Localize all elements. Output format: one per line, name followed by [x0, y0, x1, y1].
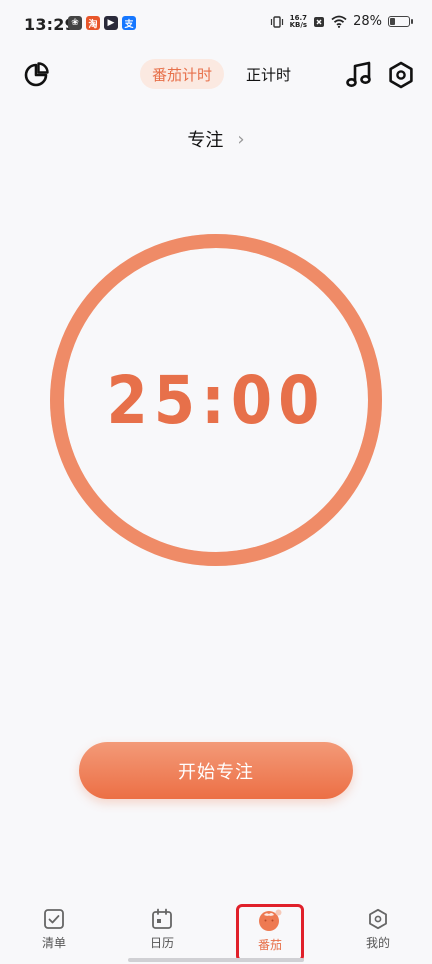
vibrate-icon [270, 15, 283, 28]
battery-fill [390, 18, 395, 25]
network-speed: 16.7 KB/s [289, 14, 308, 29]
nav-label-pomodoro: 番茄 [257, 938, 282, 952]
battery-percent: 28% [353, 14, 382, 29]
status-right: 16.7 KB/s 28% [270, 14, 413, 29]
leaf-app-icon: ❀ [68, 16, 82, 30]
focus-label: 专注 [187, 130, 224, 151]
status-bar: 13:29 ❀ 淘 ▶ 支 16.7 KB/s 28% [0, 0, 432, 50]
settings-button[interactable] [384, 59, 418, 91]
tab-stopwatch[interactable]: 正计时 [234, 59, 303, 89]
home-indicator [128, 958, 304, 962]
network-speed-unit: KB/s [289, 20, 308, 29]
hexagon-settings-icon [389, 61, 413, 89]
statistics-button[interactable] [20, 59, 52, 91]
status-app-icons: ❀ 淘 ▶ 支 [68, 16, 136, 30]
chevron-right-icon: › [237, 128, 245, 150]
nav-label-profile: 我的 [365, 936, 390, 950]
wifi-icon [331, 15, 347, 28]
music-note-icon [346, 61, 371, 87]
calendar-icon [152, 908, 172, 929]
nav-item-profile[interactable]: 我的 [324, 900, 432, 964]
battery-icon [388, 16, 413, 27]
music-button[interactable] [342, 59, 376, 91]
bottom-nav: 清单 日历 番茄 我的 [0, 900, 432, 964]
nav-item-calendar[interactable]: 日历 [108, 900, 216, 964]
tomato-icon [259, 909, 282, 931]
nav-item-pomodoro[interactable]: 番茄 [216, 900, 324, 964]
checkbox-icon [44, 909, 64, 929]
nav-label-calendar: 日历 [149, 936, 174, 950]
no-sim-icon [314, 16, 325, 27]
mode-tabs: 番茄计时 正计时 [140, 59, 303, 89]
focus-task-selector[interactable]: 专注 › [0, 126, 432, 152]
red-app-icon: 淘 [86, 16, 100, 30]
nav-label-list: 清单 [41, 936, 66, 950]
video-app-icon: ▶ [104, 16, 118, 30]
pie-chart-icon [24, 62, 49, 87]
tab-pomodoro[interactable]: 番茄计时 [140, 59, 225, 89]
hexagon-icon [369, 908, 387, 930]
nav-item-list[interactable]: 清单 [0, 900, 108, 964]
start-focus-button[interactable]: 开始专注 [79, 742, 353, 799]
top-bar: 番茄计时 正计时 [0, 55, 432, 95]
alipay-app-icon: 支 [122, 16, 136, 30]
timer-display: 25:00 [106, 361, 326, 439]
